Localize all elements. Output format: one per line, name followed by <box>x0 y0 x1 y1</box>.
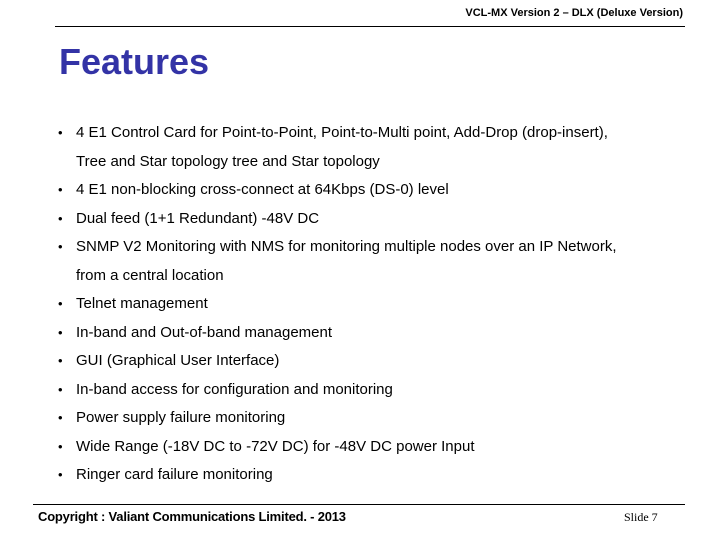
footer-copyright: Copyright : Valiant Communications Limit… <box>38 509 346 524</box>
feature-item: • 4 E1 non-blocking cross-connect at 64K… <box>58 176 708 205</box>
header-divider <box>55 26 685 27</box>
feature-text: GUI (Graphical User Interface) <box>76 352 280 369</box>
slide-number: Slide 7 <box>624 510 658 524</box>
feature-text: Wide Range (-18V DC to -72V DC) for -48V… <box>76 437 475 455</box>
feature-item: • Dual feed (1+1 Redundant) -48V DC <box>58 205 708 234</box>
feature-text-continued: Tree and Star topology tree and Star top… <box>76 152 380 170</box>
feature-item: • 4 E1 Control Card for Point-to-Point, … <box>58 119 708 176</box>
features-list: • 4 E1 Control Card for Point-to-Point, … <box>58 119 708 490</box>
feature-item: • Telnet management <box>58 290 708 319</box>
bullet-icon: • <box>58 381 63 397</box>
feature-item: • Wide Range (-18V DC to -72V DC) for -4… <box>58 433 708 462</box>
feature-text: In-band access for configuration and mon… <box>76 380 393 398</box>
feature-text: SNMP V2 Monitoring with NMS for monitori… <box>76 238 617 255</box>
feature-text: 4 E1 Control Card for Point-to-Point, Po… <box>76 124 608 141</box>
feature-item: • Power supply failure monitoring <box>58 404 708 433</box>
feature-item: • SNMP V2 Monitoring with NMS for monito… <box>58 233 708 290</box>
bullet-icon: • <box>58 210 63 226</box>
feature-item: • In-band access for configuration and m… <box>58 376 708 405</box>
bullet-icon: • <box>58 296 63 311</box>
feature-text: 4 E1 non-blocking cross-connect at 64Kbp… <box>76 181 449 198</box>
bullet-icon: • <box>58 324 63 340</box>
feature-text: Dual feed (1+1 Redundant) -48V DC <box>76 209 320 227</box>
header-title: VCL-MX Version 2 – DLX (Deluxe Version) <box>465 7 683 19</box>
feature-text: Power supply failure monitoring <box>76 409 286 426</box>
feature-text: In-band and Out-of-band management <box>76 323 333 341</box>
bullet-icon: • <box>58 182 63 197</box>
bullet-icon: • <box>58 410 63 425</box>
page-title: Features <box>59 41 210 82</box>
feature-item: • In-band and Out-of-band management <box>58 319 708 348</box>
bullet-icon: • <box>58 353 63 368</box>
bullet-icon: • <box>58 125 63 140</box>
feature-item: • GUI (Graphical User Interface) <box>58 347 708 376</box>
bullet-icon: • <box>58 438 63 454</box>
bullet-icon: • <box>58 239 63 254</box>
feature-text-continued: from a central location <box>76 266 224 284</box>
feature-item: • Ringer card failure monitoring <box>58 461 708 490</box>
feature-text: Ringer card failure monitoring <box>76 466 273 483</box>
footer-divider <box>33 504 685 505</box>
bullet-icon: • <box>58 467 63 482</box>
feature-text: Telnet management <box>76 295 208 312</box>
